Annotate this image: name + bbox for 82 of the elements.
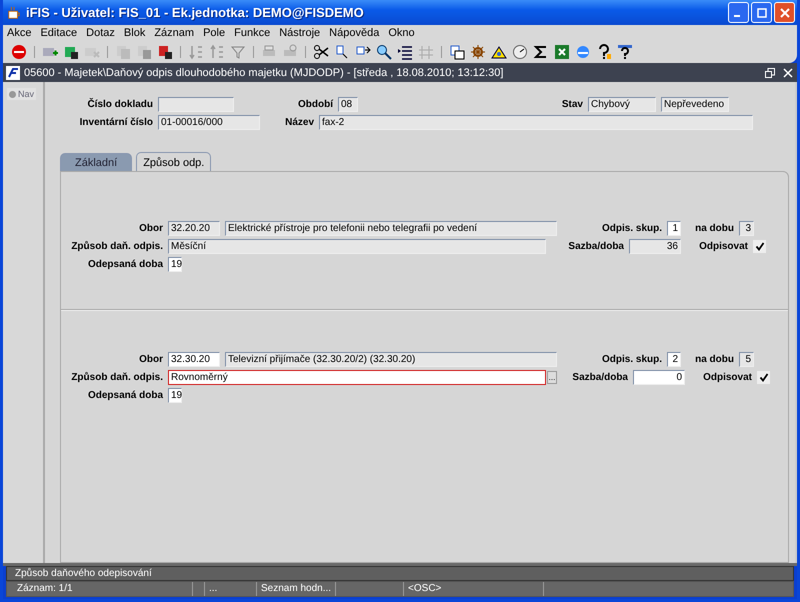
menu-item[interactable]: Editace: [40, 27, 78, 39]
triangle-icon[interactable]: [491, 44, 507, 60]
exit-icon[interactable]: [11, 44, 27, 60]
input-field[interactable]: Chybový: [588, 97, 656, 112]
input-field[interactable]: 19: [168, 388, 182, 403]
window-title: iFIS - Uživatel: FIS_01 - Ek.jednotka: DEMO@FISDEMO: [26, 5, 365, 20]
input-field[interactable]: 32.30.20: [168, 352, 220, 367]
field-label: Odpisovat: [698, 241, 748, 252]
input-field[interactable]: 5: [739, 352, 754, 367]
input-field[interactable]: Televizní přijímače (32.30.20/2) (32.30.20): [225, 352, 557, 367]
input-field[interactable]: Nepřevedeno: [661, 97, 729, 112]
minimize-icon: [734, 14, 740, 16]
field-label: Název: [284, 117, 314, 128]
input-field[interactable]: 3: [739, 221, 754, 236]
close-icon[interactable]: [783, 68, 793, 78]
list-icon[interactable]: [397, 44, 413, 60]
input-field[interactable]: fax-2: [319, 115, 753, 130]
field-label: Odpisovat: [702, 372, 752, 383]
menu-item[interactable]: Dotaz: [86, 27, 115, 39]
status-cell: Seznam hodn...: [257, 582, 336, 596]
hint-text: Způsob daňového odepisování: [15, 568, 152, 579]
search-icon[interactable]: [376, 44, 392, 60]
menu-item[interactable]: Blok: [124, 27, 146, 39]
field-label: na dobu: [694, 223, 734, 234]
input-field[interactable]: 1: [667, 221, 681, 236]
close-button[interactable]: [774, 2, 795, 23]
cup-icon: [7, 6, 21, 20]
tab[interactable]: Způsob odp.: [136, 152, 212, 172]
input-field[interactable]: Rovnoměrný: [168, 370, 546, 385]
input-field[interactable]: Elektrické přístroje pro telefonii nebo telegrafii po vedení: [225, 221, 557, 236]
field-label: Odpis. skup.: [600, 354, 662, 365]
checkbox[interactable]: [757, 371, 770, 384]
menu-item[interactable]: Nástroje: [279, 27, 320, 39]
field-label: na dobu: [694, 354, 734, 365]
field-label: Odpis. skup.: [600, 223, 662, 234]
tab[interactable]: Základní: [60, 153, 132, 171]
input-field[interactable]: [158, 97, 234, 112]
input-field[interactable]: 32.20.20: [168, 221, 220, 236]
checkbox[interactable]: [753, 240, 766, 253]
field-label: Stav: [560, 99, 583, 110]
status-cell: <OSC>: [404, 582, 544, 596]
field-label: Způsob daň. odpis.: [70, 372, 163, 383]
form-title: 05600 - Majetek\Daňový odpis dlouhodobého majetku (MJDODP) - [středa , 18.08.2010; 13:12:30]: [24, 66, 504, 78]
minimize-button[interactable]: [728, 2, 749, 23]
menu-item[interactable]: Akce: [7, 27, 32, 39]
sum-icon[interactable]: [533, 44, 549, 60]
menu-item[interactable]: Nápověda: [329, 27, 380, 39]
list-button[interactable]: ...: [547, 371, 557, 384]
field-label: Způsob daň. odpis.: [70, 241, 163, 252]
input-field[interactable]: 36: [629, 239, 681, 254]
field-label: Sazba/doba: [567, 241, 624, 252]
field-label: Období: [297, 99, 333, 110]
context-help-icon[interactable]: [617, 44, 633, 60]
menu-item[interactable]: Funkce: [234, 27, 270, 39]
input-field[interactable]: 01-00016/000: [158, 115, 260, 130]
maximize-icon: [756, 8, 766, 18]
field-label: Číslo dokladu: [86, 99, 153, 110]
wheel-icon[interactable]: [470, 44, 486, 60]
status-cell: ...: [205, 582, 257, 596]
gauge-icon[interactable]: [512, 44, 528, 60]
input-field[interactable]: 08: [338, 97, 358, 112]
spreadsheet-icon[interactable]: [554, 44, 570, 60]
menu-item[interactable]: Pole: [203, 27, 226, 39]
logo-icon: [6, 66, 20, 80]
scissors-icon[interactable]: [313, 44, 329, 60]
field-label: Inventární číslo: [78, 117, 153, 128]
status-cell: Záznam: 1/1: [13, 582, 193, 596]
input-field[interactable]: 2: [667, 352, 681, 367]
menu-item[interactable]: Záznam: [154, 27, 194, 39]
input-field[interactable]: 19: [168, 257, 182, 272]
nav-button[interactable]: Nav: [7, 88, 36, 100]
field-label: Odepsaná doba: [86, 390, 163, 401]
close-icon: [780, 8, 790, 18]
field-label: Sazba/doba: [571, 372, 628, 383]
field-label: Obor: [138, 223, 163, 234]
field-label: Obor: [138, 354, 163, 365]
maximize-button[interactable]: [751, 2, 772, 23]
field-label: Odepsaná doba: [86, 259, 163, 270]
restore-icon[interactable]: [765, 68, 775, 78]
menu-item[interactable]: Okno: [388, 27, 415, 39]
input-field[interactable]: 0: [633, 370, 685, 385]
input-field[interactable]: Měsíční: [168, 239, 546, 254]
